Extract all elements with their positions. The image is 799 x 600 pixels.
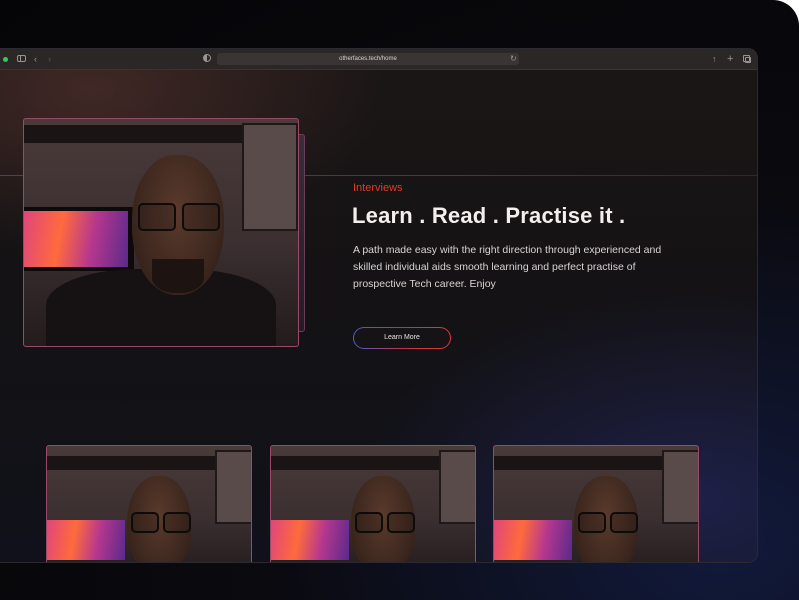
forward-chevron-icon[interactable]: › bbox=[48, 49, 51, 69]
reload-icon[interactable]: ↻ bbox=[510, 49, 517, 69]
hero-portrait-image bbox=[23, 118, 299, 347]
sidebar-toggle-icon[interactable] bbox=[17, 55, 26, 62]
hero-headline: Learn . Read . Practise it . bbox=[352, 203, 626, 228]
hero-eyebrow: Interviews bbox=[353, 182, 403, 194]
card-image[interactable] bbox=[46, 445, 252, 562]
new-tab-icon[interactable]: + bbox=[727, 49, 733, 69]
tab-overview-icon[interactable] bbox=[743, 55, 751, 63]
address-url: otherfaces.tech/home bbox=[339, 56, 397, 62]
hero-description: A path made easy with the right directio… bbox=[353, 244, 662, 290]
share-icon[interactable]: ↑ bbox=[712, 49, 717, 69]
back-chevron-icon[interactable]: ‹ bbox=[34, 49, 37, 69]
address-bar[interactable]: otherfaces.tech/home bbox=[217, 53, 519, 65]
card-image[interactable] bbox=[270, 445, 476, 562]
card-image[interactable] bbox=[493, 445, 699, 562]
privacy-shield-icon[interactable] bbox=[203, 54, 211, 62]
browser-window: ‹ › otherfaces.tech/home ↻ ↑ + Interview… bbox=[0, 48, 758, 563]
window-control-dot[interactable] bbox=[3, 56, 8, 62]
device-frame: ‹ › otherfaces.tech/home ↻ ↑ + Interview… bbox=[0, 0, 799, 600]
learn-more-button[interactable]: Learn More bbox=[353, 327, 451, 349]
browser-toolbar: ‹ › otherfaces.tech/home ↻ ↑ + bbox=[0, 49, 757, 70]
